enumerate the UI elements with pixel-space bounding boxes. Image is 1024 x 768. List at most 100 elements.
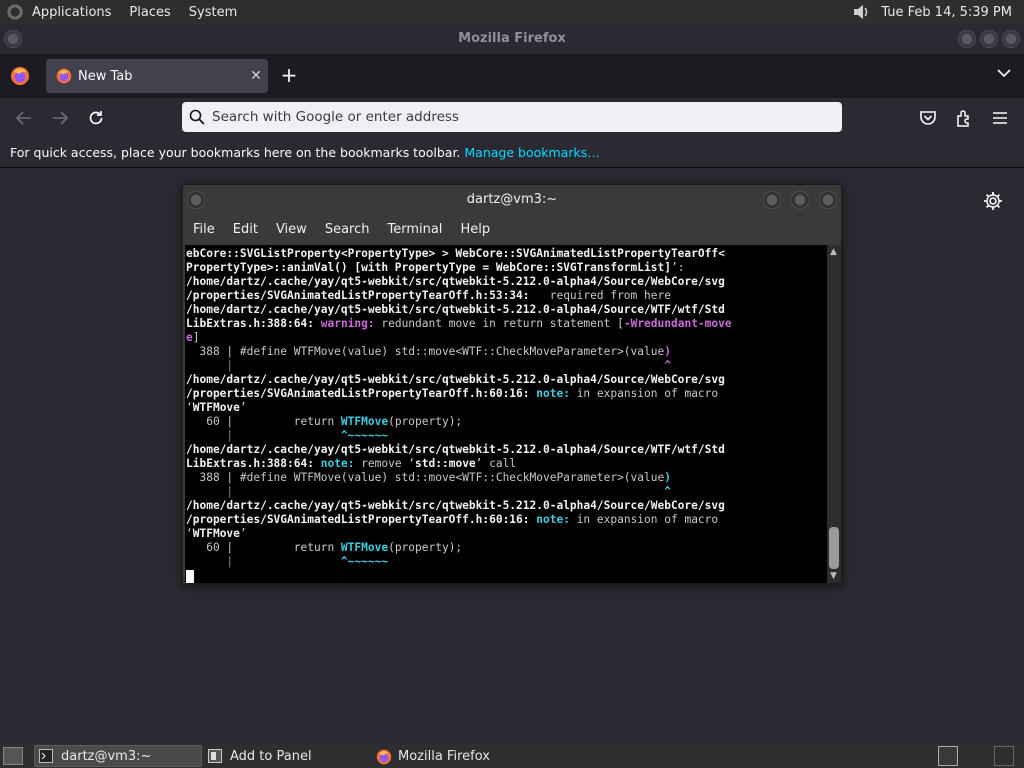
terminal-segment: WTFMove <box>340 415 389 428</box>
terminal-segment: /home/dartz/.cache/yay/qt5-webkit/src/qt… <box>186 303 725 316</box>
scroll-up-icon[interactable]: ▲ <box>830 247 837 257</box>
terminal-line: ‘WTFMove’ <box>186 401 827 415</box>
terminal-close-icon[interactable] <box>819 191 837 209</box>
extensions-icon[interactable] <box>951 106 977 130</box>
terminal-scrollbar[interactable]: ▲ ▼ <box>827 245 841 583</box>
terminal-line: LibExtras.h:388:64: note: remove ‘std::m… <box>186 457 827 471</box>
terminal-segment <box>314 317 321 330</box>
volume-icon[interactable] <box>851 3 871 21</box>
window-menu-icon[interactable] <box>4 30 22 48</box>
terminal-cursor <box>186 569 194 583</box>
terminal-segment: WTFMove <box>192 401 240 414</box>
terminal-segment: ^~~~~~~ <box>340 429 389 442</box>
terminal-segment: ^ <box>664 359 671 372</box>
terminal-line: /home/dartz/.cache/yay/qt5-webkit/src/qt… <box>186 373 827 387</box>
close-window-icon[interactable] <box>1002 30 1020 48</box>
workspace-2[interactable] <box>994 746 1014 766</box>
terminal-window-menu-icon[interactable] <box>187 191 205 209</box>
terminal-segment <box>314 457 321 470</box>
taskbar-item-add-to-panel[interactable]: Add to Panel <box>204 745 364 767</box>
terminal-segment: in expansion of macro <box>569 387 719 400</box>
manage-bookmarks-link[interactable]: Manage bookmarks… <box>464 145 599 160</box>
tab-title: New Tab <box>78 68 133 84</box>
terminal-segment: PropertyType>::animVal() [with PropertyT… <box>186 261 671 274</box>
forward-icon[interactable] <box>47 106 73 130</box>
taskbar-label: Mozilla Firefox <box>398 748 490 764</box>
clock[interactable]: Tue Feb 14, 5:39 PM <box>881 5 1012 20</box>
terminal-segment: ^~~~~~~ <box>340 555 389 568</box>
terminal-segment: remove ‘ <box>354 457 416 470</box>
pocket-icon[interactable] <box>915 106 941 130</box>
terminal-line: e] <box>186 331 827 345</box>
tab-new-tab[interactable]: New Tab ✕ <box>46 59 268 93</box>
terminal-menu-file[interactable]: File <box>193 222 215 237</box>
bookmarks-message: For quick access, place your bookmarks h… <box>10 145 465 160</box>
minimize-icon[interactable] <box>958 30 976 48</box>
close-tab-icon[interactable]: ✕ <box>244 68 268 84</box>
terminal-line: ‘WTFMove’ <box>186 527 827 541</box>
terminal-minimize-icon[interactable] <box>763 191 781 209</box>
terminal-segment: 388 | #define WTFMove(value) std::move<W… <box>186 345 665 358</box>
terminal-line: LibExtras.h:388:64: warning: redundant m… <box>186 317 827 331</box>
terminal-menu-search[interactable]: Search <box>325 222 370 237</box>
back-icon[interactable] <box>11 106 37 130</box>
window-title: Mozilla Firefox <box>458 31 566 46</box>
terminal-line: 60 | return WTFMove(property); <box>186 541 827 555</box>
app-menu-icon[interactable] <box>987 106 1013 130</box>
terminal-segment: (property); <box>388 415 463 428</box>
firefox-icon <box>376 749 392 765</box>
terminal-segment: LibExtras.h:388:64: <box>186 317 314 330</box>
maximize-icon[interactable] <box>980 30 998 48</box>
taskbar-item-firefox[interactable]: Mozilla Firefox <box>372 745 542 767</box>
terminal-line: | ^ <box>186 485 827 499</box>
terminal-segment: /properties/SVGAnimatedListPropertyTearO… <box>186 289 530 302</box>
terminal-output[interactable]: ebCore::SVGListProperty<PropertyType> > … <box>185 245 827 583</box>
terminal-segment: ebCore::SVGListProperty<PropertyType> > … <box>186 247 725 260</box>
terminal-line: /properties/SVGAnimatedListPropertyTearO… <box>186 387 827 401</box>
distro-logo-icon[interactable] <box>6 3 24 21</box>
terminal-segment: ‘ <box>186 527 193 540</box>
workspace-1[interactable] <box>938 746 958 766</box>
terminal-line: ebCore::SVGListProperty<PropertyType> > … <box>186 247 827 261</box>
menu-system[interactable]: System <box>189 5 237 20</box>
url-bar[interactable] <box>182 102 842 132</box>
terminal-line: /properties/SVGAnimatedListPropertyTearO… <box>186 289 827 303</box>
terminal-segment: 60 | return <box>186 415 341 428</box>
menu-places[interactable]: Places <box>129 5 170 20</box>
terminal-segment: in expansion of macro <box>569 513 719 526</box>
show-desktop-icon[interactable] <box>3 747 23 765</box>
terminal-segment: ’ call <box>475 457 517 470</box>
terminal-segment: 388 | #define WTFMove(value) std::move<W… <box>186 471 665 484</box>
terminal-segment: ’ <box>239 401 247 414</box>
terminal-segment: -Wredundant-move <box>623 317 732 330</box>
terminal-menu-help[interactable]: Help <box>460 222 490 237</box>
menu-applications[interactable]: Applications <box>32 5 111 20</box>
taskbar-item-terminal[interactable]: dartz@vm3:~ <box>34 745 202 767</box>
terminal-menu-terminal[interactable]: Terminal <box>387 222 442 237</box>
terminal-line: 388 | #define WTFMove(value) std::move<W… <box>186 345 827 359</box>
taskbar-label: Add to Panel <box>230 748 312 764</box>
terminal-line: 60 | return WTFMove(property); <box>186 415 827 429</box>
terminal-segment: ] <box>192 331 200 344</box>
terminal-maximize-icon[interactable] <box>791 191 809 209</box>
firefox-view-icon[interactable] <box>10 66 30 86</box>
terminal-segment: ’: <box>670 261 685 274</box>
terminal-line: | ^ <box>186 359 827 373</box>
gear-icon[interactable] <box>982 190 1004 212</box>
reload-icon[interactable] <box>83 106 109 130</box>
terminal-line: 388 | #define WTFMove(value) std::move<W… <box>186 471 827 485</box>
scrollbar-thumb[interactable] <box>829 527 839 569</box>
terminal-line: /home/dartz/.cache/yay/qt5-webkit/src/qt… <box>186 275 827 289</box>
scroll-down-icon[interactable]: ▼ <box>830 571 837 581</box>
terminal-menu-view[interactable]: View <box>276 222 307 237</box>
terminal-segment: ) <box>664 471 671 484</box>
address-input[interactable] <box>212 109 842 125</box>
list-all-tabs-icon[interactable] <box>994 66 1014 86</box>
terminal-titlebar[interactable]: dartz@vm3:~ <box>183 185 841 215</box>
terminal-segment: redundant move in return statement [ <box>374 317 624 330</box>
terminal-window[interactable]: dartz@vm3:~ File Edit View Search Termin… <box>182 184 842 584</box>
new-tab-button[interactable]: + <box>276 64 302 88</box>
terminal-segment: /home/dartz/.cache/yay/qt5-webkit/src/qt… <box>186 275 725 288</box>
terminal-menu-edit[interactable]: Edit <box>233 222 258 237</box>
terminal-segment: /home/dartz/.cache/yay/qt5-webkit/src/qt… <box>186 499 725 512</box>
